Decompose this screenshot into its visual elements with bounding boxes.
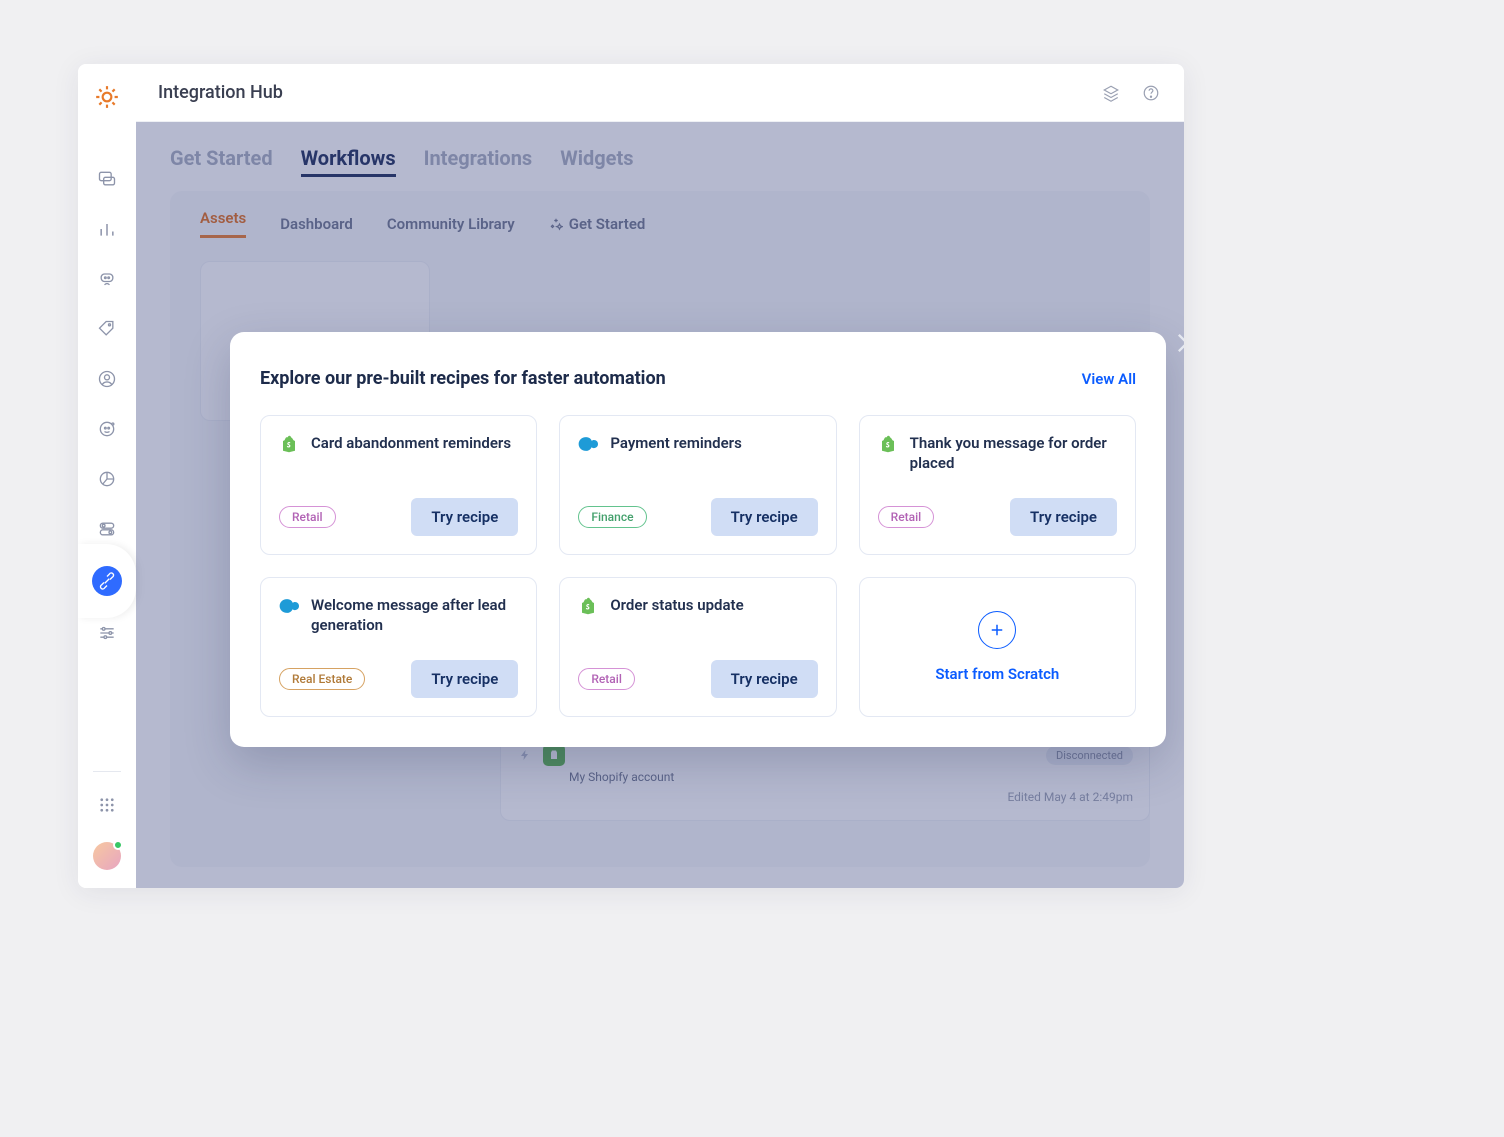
recipes-modal: Explore our pre-built recipes for faster… <box>230 332 1166 747</box>
help-icon[interactable] <box>1140 82 1162 104</box>
recipe-tag: Retail <box>878 506 935 528</box>
try-recipe-button[interactable]: Try recipe <box>1010 498 1117 536</box>
shopify-icon <box>279 434 299 454</box>
recipe-tag: Retail <box>279 506 336 528</box>
recipe-card: Thank you message for order placed Retail… <box>859 415 1136 555</box>
page-title: Integration Hub <box>158 82 283 103</box>
brand-logo[interactable] <box>94 84 120 110</box>
topbar: Integration Hub <box>136 64 1184 122</box>
rail-pie-icon[interactable] <box>94 466 120 492</box>
recipe-card: Welcome message after lead generation Rea… <box>260 577 537 717</box>
rail-integration-icon[interactable] <box>92 566 122 596</box>
salesforce-icon <box>279 596 299 616</box>
sidebar-rail <box>78 64 136 888</box>
rail-chart-icon[interactable] <box>94 216 120 242</box>
rail-ai-icon[interactable] <box>94 416 120 442</box>
recipe-title: Payment reminders <box>610 434 741 454</box>
rail-sliders-icon[interactable] <box>94 620 120 646</box>
start-from-scratch-card[interactable]: Start from Scratch <box>859 577 1136 717</box>
recipe-title: Card abandonment reminders <box>311 434 511 454</box>
start-from-scratch-label: Start from Scratch <box>935 665 1059 683</box>
rail-apps-icon[interactable] <box>94 792 120 818</box>
rail-bot-icon[interactable] <box>94 266 120 292</box>
recipe-card: Order status update Retail Try recipe <box>559 577 836 717</box>
recipe-tag: Finance <box>578 506 646 528</box>
user-avatar[interactable] <box>93 842 121 870</box>
status-online-dot <box>113 840 123 850</box>
app-window: Integration Hub Get Started Workflows In… <box>78 64 1184 888</box>
close-icon[interactable] <box>1170 326 1184 360</box>
recipe-title: Welcome message after lead generation <box>311 596 518 635</box>
recipe-title: Thank you message for order placed <box>910 434 1117 473</box>
rail-chat-icon[interactable] <box>94 166 120 192</box>
recipe-title: Order status update <box>610 596 743 616</box>
main-area: Integration Hub Get Started Workflows In… <box>136 64 1184 888</box>
rail-tag-icon[interactable] <box>94 316 120 342</box>
shopify-icon <box>578 596 598 616</box>
modal-title: Explore our pre-built recipes for faster… <box>260 368 666 389</box>
recipe-card: Payment reminders Finance Try recipe <box>559 415 836 555</box>
recipe-card: Card abandonment reminders Retail Try reci… <box>260 415 537 555</box>
shopify-icon <box>878 434 898 454</box>
plus-icon <box>978 611 1016 649</box>
try-recipe-button[interactable]: Try recipe <box>711 660 818 698</box>
recipe-tag: Retail <box>578 668 635 690</box>
salesforce-icon <box>578 434 598 454</box>
layers-icon[interactable] <box>1100 82 1122 104</box>
recipe-tag: Real Estate <box>279 668 365 690</box>
try-recipe-button[interactable]: Try recipe <box>411 660 518 698</box>
try-recipe-button[interactable]: Try recipe <box>411 498 518 536</box>
rail-toggle-icon[interactable] <box>94 516 120 542</box>
rail-user-icon[interactable] <box>94 366 120 392</box>
recipe-grid: Card abandonment reminders Retail Try reci… <box>260 415 1136 717</box>
try-recipe-button[interactable]: Try recipe <box>711 498 818 536</box>
rail-divider <box>93 771 121 772</box>
view-all-link[interactable]: View All <box>1082 370 1136 388</box>
